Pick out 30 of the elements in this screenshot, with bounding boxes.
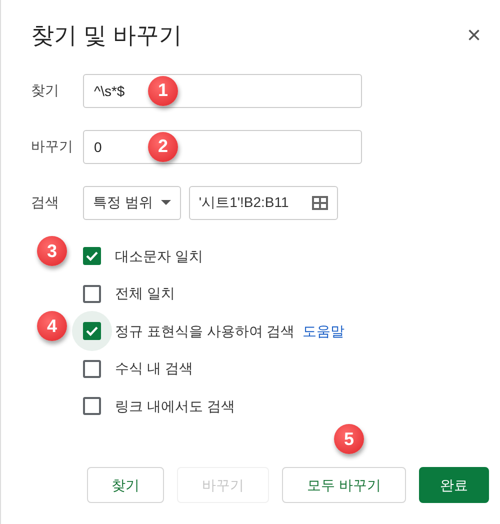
action-button[interactable]: 찾기 <box>87 467 164 504</box>
caret-icon <box>160 200 171 206</box>
search-label: 검색 <box>31 193 60 212</box>
field-label: 찾기 <box>31 81 60 100</box>
close-button[interactable]: × <box>458 24 489 48</box>
callout-badge: 5 <box>334 424 364 454</box>
check-icon <box>86 251 98 262</box>
action-button[interactable]: 모두 바꾸기 <box>282 467 406 504</box>
option-label: 수식 내 검색 <box>115 359 193 378</box>
checkbox[interactable] <box>83 322 101 340</box>
option-label: 전체 일치 <box>115 284 175 304</box>
checkbox[interactable] <box>83 397 101 416</box>
help-link[interactable]: 도움말 <box>302 320 345 342</box>
range-field[interactable]: '시트1'!B2:B11 <box>188 186 338 220</box>
callout-badge: 4 <box>37 311 67 342</box>
field-label: 바꾸기 <box>31 137 74 156</box>
done-button[interactable]: 완료 <box>419 467 489 504</box>
option-label: 링크 내에서도 검색 <box>115 396 235 416</box>
action-button: 바꾸기 <box>177 467 269 504</box>
scope-dropdown[interactable]: 특정 범위 <box>83 186 181 220</box>
checkbox[interactable] <box>83 284 101 303</box>
callout-badge: 3 <box>37 236 67 266</box>
check-icon <box>86 326 98 336</box>
checkbox[interactable] <box>83 247 101 266</box>
option-label: 대소문자 일치 <box>115 246 203 266</box>
option-label: 정규 표현식을 사용하여 검색 <box>115 322 295 341</box>
range-text: '시트1'!B2:B11 <box>198 193 289 212</box>
checkbox[interactable] <box>83 360 101 378</box>
dialog-title: 찾기 및 바꾸기 <box>31 22 182 50</box>
grid-icon[interactable] <box>312 196 328 210</box>
